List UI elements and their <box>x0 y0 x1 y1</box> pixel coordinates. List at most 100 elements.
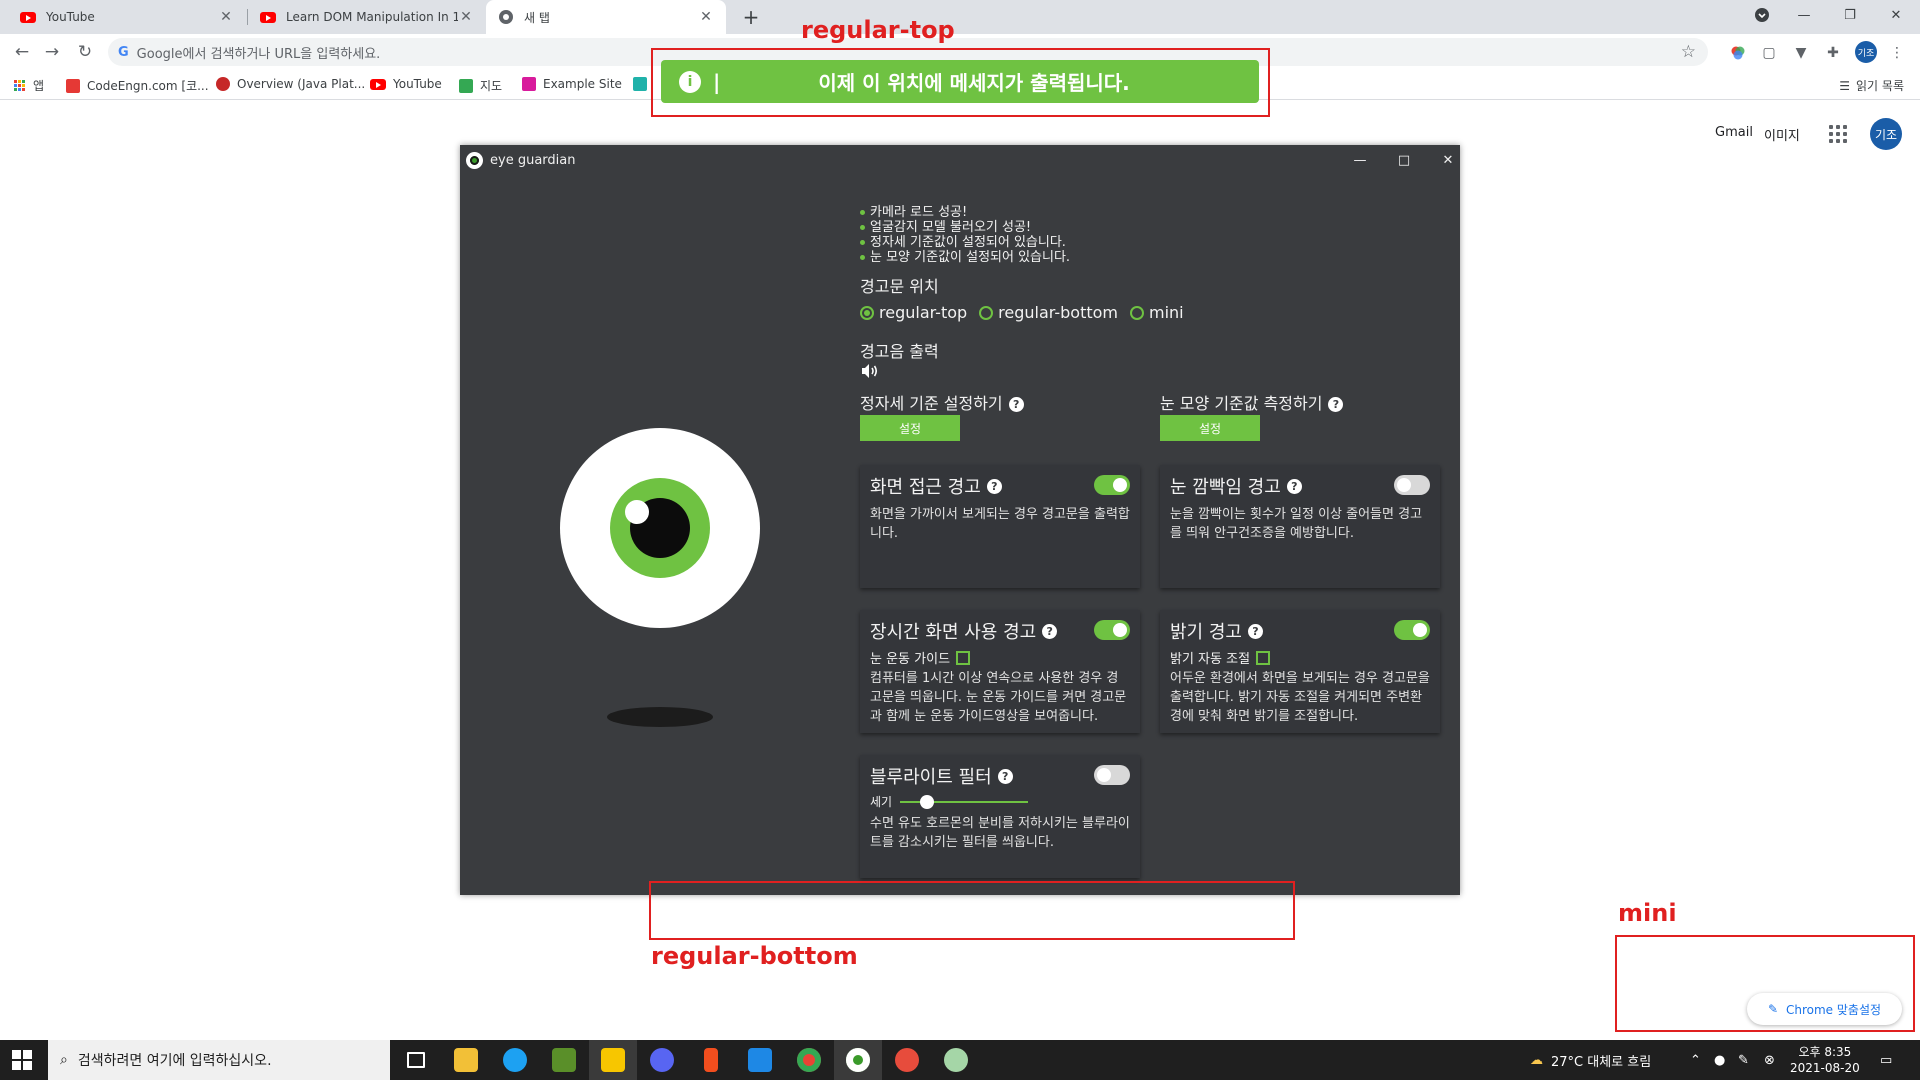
google-account-avatar[interactable]: 기조 <box>1870 118 1902 150</box>
bookmark-java-overview[interactable]: Overview (Java Plat... <box>216 77 365 91</box>
lambda-app-icon[interactable] <box>540 1040 588 1080</box>
auto-brightness-checkbox[interactable] <box>1256 650 1271 665</box>
new-tab-button[interactable]: + <box>738 4 764 30</box>
puzzle-extensions-icon[interactable]: ✚ <box>1824 44 1842 62</box>
help-icon[interactable]: ? <box>997 768 1013 784</box>
card-description: 어두운 환경에서 화면을 보게되는 경우 경고문을 출력합니다. 밝기 자동 조… <box>1170 671 1430 724</box>
proximity-toggle[interactable] <box>1094 475 1130 495</box>
app-maximize-icon[interactable]: □ <box>1392 150 1416 170</box>
reload-icon[interactable]: ↻ <box>73 40 97 64</box>
apps-grid-icon <box>14 80 25 91</box>
card-bluelight-filter: 블루라이트 필터? 세기 수면 유도 호르몬의 분비를 저하시키는 블루라이트를… <box>860 755 1140 878</box>
tab-strip: YouTube ✕ Learn DOM Manipulation In 18 ✕… <box>0 0 1920 34</box>
bookmark-star-icon[interactable]: ☆ <box>1681 42 1696 62</box>
help-icon[interactable]: ? <box>986 478 1002 494</box>
eye-exercise-checkbox[interactable] <box>956 650 971 665</box>
file-explorer-icon[interactable] <box>442 1040 490 1080</box>
notification-icon[interactable]: ▭ <box>1880 1040 1892 1080</box>
help-icon[interactable]: ? <box>1328 397 1344 412</box>
bluelight-toggle[interactable] <box>1094 765 1130 785</box>
auto-brightness-option: 밝기 자동 조절 <box>1170 648 1430 667</box>
speaker-icon[interactable] <box>860 363 880 379</box>
posture-set-button[interactable]: 설정 <box>860 415 960 441</box>
task-view-icon[interactable] <box>392 1040 440 1080</box>
strength-slider-row: 세기 <box>870 793 1130 810</box>
vscode-icon[interactable] <box>736 1040 784 1080</box>
tab-youtube[interactable]: YouTube ✕ <box>8 0 246 34</box>
eye-highlight <box>625 500 649 524</box>
back-icon[interactable]: ← <box>10 40 34 64</box>
radio-regular-bottom[interactable]: regular-bottom <box>979 303 1118 322</box>
long-use-toggle[interactable] <box>1094 620 1130 640</box>
taskbar-search[interactable]: ⌕ 검색하려면 여기에 입력하십시오. <box>48 1040 390 1080</box>
bookmark-label: Overview (Java Plat... <box>237 77 366 91</box>
posture-setting-label: 정자세 기준 설정하기? <box>860 390 1024 414</box>
chrome-customize-button[interactable]: ✎ Chrome 맞춤설정 <box>1747 993 1902 1025</box>
paint-app-icon[interactable] <box>883 1040 931 1080</box>
bookmark-codeengn[interactable]: CodeEngn.com [코... <box>66 77 209 94</box>
color-extension-icon[interactable] <box>1729 44 1747 62</box>
network-icon[interactable]: ⊗ <box>1764 1040 1775 1080</box>
restore-icon[interactable]: ❐ <box>1828 0 1872 30</box>
help-icon[interactable]: ? <box>1247 623 1263 639</box>
discord-icon[interactable] <box>638 1040 686 1080</box>
sticky-notes-icon[interactable] <box>589 1040 637 1080</box>
figma-icon[interactable] <box>687 1040 735 1080</box>
bookmark-apps[interactable]: 앱 <box>14 77 44 94</box>
profile-avatar[interactable]: 기조 <box>1855 41 1877 63</box>
strength-slider[interactable] <box>900 794 1029 809</box>
close-icon[interactable]: ✕ <box>698 9 714 25</box>
annotation-label-top: regular-top <box>801 16 955 44</box>
tab-search-icon[interactable] <box>1740 0 1784 30</box>
tab-new-tab[interactable]: 새 탭 ✕ <box>486 0 726 34</box>
windows-start-icon[interactable] <box>12 1050 32 1070</box>
bookmark-maps[interactable]: 지도 <box>459 77 502 94</box>
menu-kebab-icon[interactable]: ⋮ <box>1888 44 1906 62</box>
taskbar-clock[interactable]: 오후 8:35 2021-08-20 <box>1790 1044 1860 1076</box>
app-title: eye guardian <box>490 152 576 168</box>
card-title-text: 장시간 화면 사용 경고 <box>870 622 1037 643</box>
eye-exercise-option: 눈 운동 가이드 <box>870 648 1130 667</box>
bird-app-icon[interactable] <box>491 1040 539 1080</box>
slider-thumb[interactable] <box>919 794 934 809</box>
radio-mini[interactable]: mini <box>1129 303 1184 322</box>
bookmark-youtube[interactable]: YouTube <box>370 77 442 91</box>
radio-dot <box>979 305 994 320</box>
close-icon[interactable]: ✕ <box>458 9 474 25</box>
chrome-taskbar-icon[interactable] <box>785 1040 833 1080</box>
radio-regular-top[interactable]: regular-top <box>860 303 967 322</box>
eye-shape-label-text: 눈 모양 기준값 측정하기 <box>1160 394 1323 413</box>
close-icon[interactable]: ✕ <box>218 9 234 25</box>
search-icon: ⌕ <box>60 1052 68 1068</box>
forward-icon[interactable]: → <box>40 40 64 64</box>
vpn-extension-icon[interactable]: ▼ <box>1792 44 1810 62</box>
card-blink-warning: 눈 깜빡임 경고? 눈을 깜빡이는 횟수가 일정 이상 줄어들면 경고를 띄워 … <box>1160 465 1440 588</box>
eye-guardian-window: eye guardian — □ ✕ 카메라 로드 성공! 얼굴감지 모델 불러… <box>460 145 1460 895</box>
close-window-icon[interactable]: ✕ <box>1874 0 1918 30</box>
minimize-icon[interactable]: — <box>1782 0 1826 30</box>
paint-3d-icon[interactable] <box>932 1040 980 1080</box>
help-icon[interactable]: ? <box>1008 397 1024 412</box>
app-close-icon[interactable]: ✕ <box>1436 150 1460 170</box>
google-apps-icon[interactable] <box>1829 125 1847 143</box>
app-titlebar: eye guardian <box>460 145 1460 175</box>
images-link[interactable]: 이미지 <box>1764 125 1800 144</box>
radio-label: regular-top <box>879 303 968 322</box>
help-icon[interactable]: ? <box>1286 478 1302 494</box>
microphone-icon[interactable]: ● <box>1714 1040 1725 1080</box>
gmail-link[interactable]: Gmail <box>1715 125 1753 140</box>
reading-list[interactable]: ☰ 읽기 목록 <box>1839 77 1904 94</box>
eye-shape-set-button[interactable]: 설정 <box>1160 415 1260 441</box>
bookmark-example-site[interactable]: Example Site <box>522 77 622 91</box>
cloud-sun-icon: ☁ <box>1530 1052 1543 1068</box>
tray-chevron-icon[interactable]: ⌃ <box>1690 1040 1701 1080</box>
extension-icon[interactable]: ▢ <box>1760 44 1778 62</box>
eye-guardian-taskbar-icon[interactable] <box>834 1040 882 1080</box>
help-icon[interactable]: ? <box>1042 623 1058 639</box>
app-minimize-icon[interactable]: — <box>1348 150 1372 170</box>
pen-icon[interactable]: ✎ <box>1738 1040 1749 1080</box>
tab-learn-dom[interactable]: Learn DOM Manipulation In 18 ✕ <box>248 0 486 34</box>
weather-widget[interactable]: ☁ 27°C 대체로 흐림 <box>1530 1040 1651 1080</box>
brightness-toggle[interactable] <box>1394 620 1430 640</box>
blink-toggle[interactable] <box>1394 475 1430 495</box>
